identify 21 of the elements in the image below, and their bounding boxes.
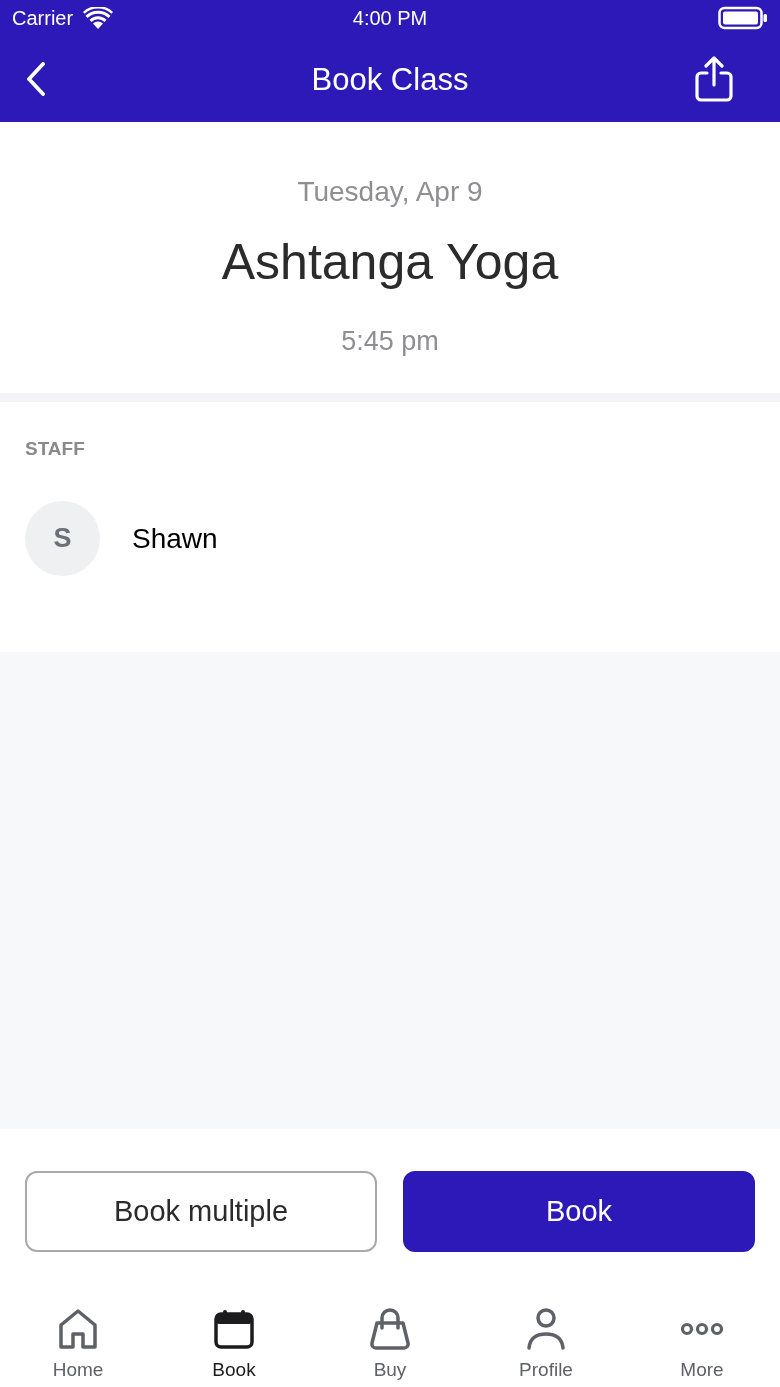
wifi-icon [83, 7, 114, 29]
staff-name: Shawn [132, 521, 218, 556]
staff-heading: STAFF [25, 437, 85, 461]
battery-icon [718, 6, 768, 30]
tab-bar-item[interactable]: Book [156, 1290, 312, 1387]
tab-bar-item[interactable]: Home [0, 1290, 156, 1387]
tab-bar-item[interactable]: More [624, 1290, 780, 1387]
tab-bar-item[interactable]: Profile [468, 1290, 624, 1387]
share-icon [694, 56, 734, 102]
book-button[interactable]: Book [403, 1171, 755, 1252]
class-date: Tuesday, Apr 9 [297, 175, 483, 209]
carrier-label: Carrier [12, 8, 74, 28]
class-time: 5:45 pm [341, 325, 439, 357]
status-time: 4:00 PM [352, 8, 428, 28]
back-chevron-icon [26, 62, 46, 96]
staff-avatar: S [25, 501, 100, 576]
tab-bar-item[interactable]: Buy [312, 1290, 468, 1387]
book-multiple-button[interactable]: Book multiple [25, 1171, 377, 1252]
class-name: Ashtanga Yoga [221, 234, 559, 290]
page-title: Book Class [311, 63, 469, 95]
share-button[interactable] [694, 56, 734, 102]
